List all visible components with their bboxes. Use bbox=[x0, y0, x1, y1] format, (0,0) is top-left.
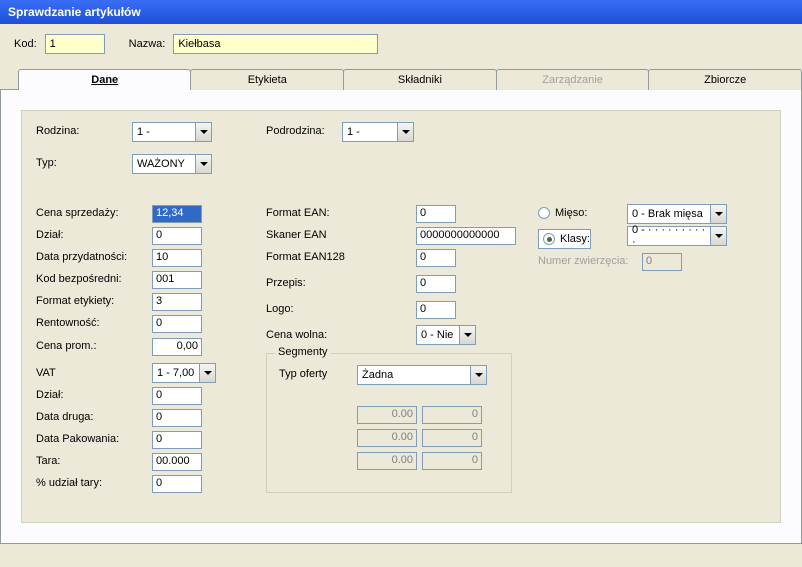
chevron-down-icon bbox=[459, 326, 475, 344]
nazwa-label: Nazwa: bbox=[129, 38, 166, 50]
dzial2-input[interactable]: 0 bbox=[152, 387, 202, 405]
cena-sprzedazy-input[interactable]: 12,34 bbox=[152, 205, 202, 223]
segmenty-title: Segmenty bbox=[275, 346, 331, 358]
chevron-down-icon bbox=[195, 123, 211, 141]
typ-select[interactable]: WAŻONY bbox=[132, 154, 212, 174]
data-pakowania-label: Data Pakowania: bbox=[36, 433, 119, 445]
seg-row-0-a: 0.00 bbox=[357, 406, 417, 424]
cena-wolna-value: 0 - Nie bbox=[421, 329, 453, 341]
tab-panel: Rodzina: 1 - Podrodzina: 1 - Typ: WAŻONY… bbox=[0, 89, 802, 544]
typ-oferty-select[interactable]: Żadna bbox=[357, 365, 487, 385]
chevron-down-icon bbox=[710, 205, 726, 223]
skaner-ean-input[interactable]: 0000000000000 bbox=[416, 227, 516, 245]
mieso-radio-label: Mięso: bbox=[555, 207, 587, 219]
chevron-down-icon bbox=[470, 366, 486, 384]
cena-wolna-label: Cena wolna: bbox=[266, 329, 327, 341]
vat-label: VAT bbox=[36, 367, 56, 379]
kod-input[interactable] bbox=[45, 34, 105, 54]
seg-row-0-b: 0 bbox=[422, 406, 482, 424]
seg-row-2-b: 0 bbox=[422, 452, 482, 470]
rodzina-select[interactable]: 1 - bbox=[132, 122, 212, 142]
logo-input[interactable]: 0 bbox=[416, 301, 456, 319]
przepis-input[interactable]: 0 bbox=[416, 275, 456, 293]
vat-value: 1 - 7,00 bbox=[157, 367, 194, 379]
format-ean-label: Format EAN: bbox=[266, 207, 330, 219]
udzial-tary-input[interactable]: 0 bbox=[152, 475, 202, 493]
nazwa-input[interactable] bbox=[173, 34, 378, 54]
form-area: Rodzina: 1 - Podrodzina: 1 - Typ: WAŻONY… bbox=[21, 110, 781, 523]
mieso-select[interactable]: 0 - Brak mięsa bbox=[627, 204, 727, 224]
header: Kod: Nazwa: bbox=[0, 24, 802, 68]
cena-sprzedazy-label: Cena sprzedaży: bbox=[36, 207, 119, 219]
tara-input[interactable]: 00.000 bbox=[152, 453, 202, 471]
tab-skladniki[interactable]: Składniki bbox=[343, 69, 497, 90]
klasy-select-value: 0 - · · · · · · · · · · bbox=[632, 224, 710, 248]
dzial-label: Dział: bbox=[36, 229, 64, 241]
format-etykiety-input[interactable]: 3 bbox=[152, 293, 202, 311]
segmenty-group: Segmenty Typ oferty Żadna 0.00 0 0.00 0 … bbox=[266, 353, 512, 493]
mieso-select-value: 0 - Brak mięsa bbox=[632, 208, 703, 220]
klasy-radio[interactable]: Klasy: bbox=[538, 229, 591, 249]
skaner-ean-label: Skaner EAN bbox=[266, 229, 327, 241]
data-przydatnosci-label: Data przydatności: bbox=[36, 251, 127, 263]
data-pakowania-input[interactable]: 0 bbox=[152, 431, 202, 449]
klasy-select[interactable]: 0 - · · · · · · · · · · bbox=[627, 226, 727, 246]
podrodzina-select[interactable]: 1 - bbox=[342, 122, 414, 142]
format-ean-input[interactable]: 0 bbox=[416, 205, 456, 223]
format-ean128-input[interactable]: 0 bbox=[416, 249, 456, 267]
kod-bezposredni-input[interactable]: 001 bbox=[152, 271, 202, 289]
rodzina-value: 1 - bbox=[137, 126, 150, 138]
tab-bar: Dane Etykieta Składniki Zarządzanie Zbio… bbox=[18, 68, 802, 89]
mieso-radio[interactable]: Mięso: bbox=[538, 207, 587, 219]
chevron-down-icon bbox=[397, 123, 413, 141]
rentownosc-input[interactable]: 0 bbox=[152, 315, 202, 333]
cena-prom-input[interactable]: 0,00 bbox=[152, 338, 202, 356]
chevron-down-icon bbox=[199, 364, 215, 382]
tab-dane[interactable]: Dane bbox=[18, 69, 191, 90]
numer-zwierzecia-input: 0 bbox=[642, 253, 682, 271]
seg-row-1-a: 0.00 bbox=[357, 429, 417, 447]
dzial-input[interactable]: 0 bbox=[152, 227, 202, 245]
podrodzina-value: 1 - bbox=[347, 126, 360, 138]
seg-row-1-b: 0 bbox=[422, 429, 482, 447]
tab-zbiorcze[interactable]: Zbiorcze bbox=[648, 69, 802, 90]
typ-oferty-value: Żadna bbox=[362, 369, 393, 381]
klasy-radio-label: Klasy: bbox=[560, 233, 590, 245]
podrodzina-label: Podrodzina: bbox=[266, 125, 325, 137]
cena-prom-label: Cena prom.: bbox=[36, 340, 97, 352]
tara-label: Tara: bbox=[36, 455, 60, 467]
udzial-tary-label: % udział tary: bbox=[36, 477, 102, 489]
format-ean128-label: Format EAN128 bbox=[266, 251, 345, 263]
typ-label: Typ: bbox=[36, 157, 57, 169]
data-druga-input[interactable]: 0 bbox=[152, 409, 202, 427]
chevron-down-icon bbox=[195, 155, 211, 173]
rentownosc-label: Rentowność: bbox=[36, 317, 100, 329]
cena-wolna-select[interactable]: 0 - Nie bbox=[416, 325, 476, 345]
dzial2-label: Dział: bbox=[36, 389, 64, 401]
seg-row-2-a: 0.00 bbox=[357, 452, 417, 470]
format-etykiety-label: Format etykiety: bbox=[36, 295, 114, 307]
typ-oferty-label: Typ oferty bbox=[279, 368, 327, 380]
kod-bezposredni-label: Kod bezpośredni: bbox=[36, 273, 122, 285]
rodzina-label: Rodzina: bbox=[36, 125, 79, 137]
chevron-down-icon bbox=[710, 227, 726, 245]
tab-etykieta[interactable]: Etykieta bbox=[190, 69, 344, 90]
typ-value: WAŻONY bbox=[137, 158, 185, 170]
kod-label: Kod: bbox=[14, 38, 37, 50]
data-druga-label: Data druga: bbox=[36, 411, 93, 423]
window-title: Sprawdzanie artykułów bbox=[0, 0, 802, 24]
numer-zwierzecia-label: Numer zwierzęcia: bbox=[538, 255, 628, 267]
przepis-label: Przepis: bbox=[266, 277, 306, 289]
logo-label: Logo: bbox=[266, 303, 294, 315]
tab-zarzadzanie: Zarządzanie bbox=[496, 69, 650, 90]
vat-select[interactable]: 1 - 7,00 bbox=[152, 363, 216, 383]
data-przydatnosci-input[interactable]: 10 bbox=[152, 249, 202, 267]
